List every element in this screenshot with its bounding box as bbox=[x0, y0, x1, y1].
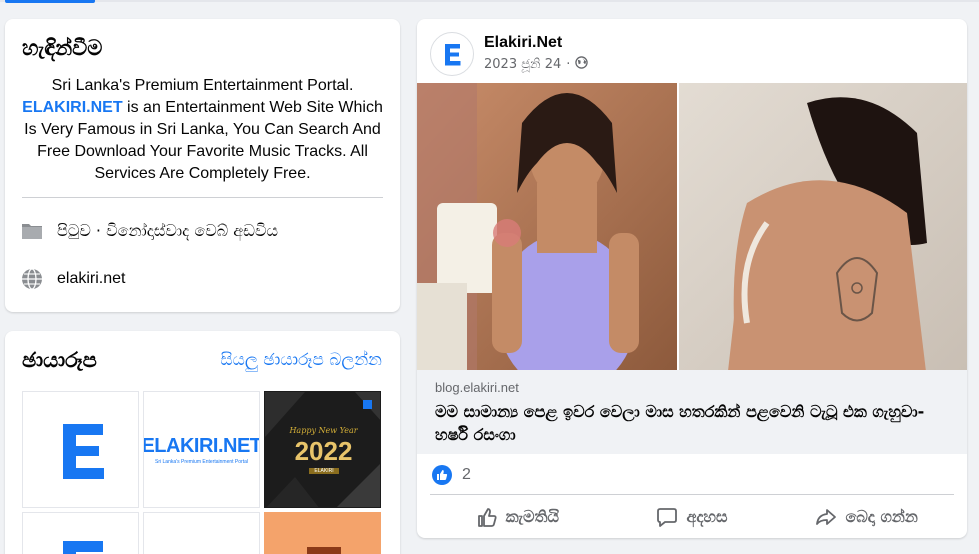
flag-icon bbox=[21, 220, 43, 242]
post-header: Elakiri.Net 2023 ජූනි 24 · bbox=[430, 32, 589, 76]
photo-tile-new-year[interactable]: Happy New Year 2022 ELAKIRI bbox=[264, 391, 381, 508]
share-button[interactable]: බෙදා ගන්න bbox=[779, 499, 954, 535]
globe-icon bbox=[575, 56, 589, 73]
intro-divider bbox=[22, 197, 383, 198]
post-date[interactable]: 2023 ජූනි 24 bbox=[484, 57, 561, 72]
photo-tile-logo[interactable] bbox=[22, 391, 139, 508]
thumbs-up-icon bbox=[477, 508, 497, 527]
action-divider bbox=[430, 494, 954, 495]
globe-icon bbox=[21, 268, 43, 290]
new-year-brand: ELAKIRI bbox=[309, 468, 339, 474]
link-preview[interactable]: blog.elakiri.net මම සාමාන්‍ය පෙළ ඉවර වෙල… bbox=[417, 370, 967, 454]
wordmark-subtext: Sri Lanka's Premium Entertainment Portal bbox=[155, 458, 248, 465]
photo-tile-blank[interactable] bbox=[143, 512, 260, 554]
website-row[interactable]: elakiri.net bbox=[21, 268, 125, 290]
page-category-row: පිටුව · විනෝදාස්වාද වෙබ් අඩවිය bbox=[21, 220, 278, 242]
photos-card: ඡායාරූප සියලු ඡායාරූප බලන්න ELAKIRI.NET … bbox=[5, 331, 400, 554]
like-count[interactable]: 2 bbox=[462, 466, 471, 484]
comment-button[interactable]: අදහස bbox=[605, 499, 780, 535]
page-avatar[interactable] bbox=[430, 32, 474, 76]
elakiri-e-logo-icon bbox=[63, 541, 103, 554]
bio-text: Sri Lanka's Premium Entertainment Portal… bbox=[22, 75, 383, 185]
post-meta: Elakiri.Net 2023 ජූනි 24 · bbox=[484, 34, 589, 76]
photos-title: ඡායාරූප bbox=[22, 348, 97, 372]
share-icon bbox=[816, 509, 837, 525]
like-button[interactable]: කැමතියි bbox=[430, 499, 605, 535]
photo-tile-wordmark[interactable]: ELAKIRI.NET Sri Lanka's Premium Entertai… bbox=[143, 391, 260, 508]
post-card: Elakiri.Net 2023 ජූනි 24 · blog.elakiri.… bbox=[417, 19, 967, 538]
like-reaction-icon bbox=[432, 465, 452, 485]
intro-title: හැඳින්වීම bbox=[22, 36, 103, 60]
active-tab-indicator bbox=[5, 0, 95, 3]
photo-tile-logo-2[interactable] bbox=[22, 512, 139, 554]
comment-icon bbox=[657, 508, 678, 527]
date-separator: · bbox=[566, 57, 571, 72]
elakiri-e-logo-icon bbox=[63, 424, 104, 479]
new-year-text: Happy New Year bbox=[289, 426, 358, 435]
photo-grid: ELAKIRI.NET Sri Lanka's Premium Entertai… bbox=[22, 391, 383, 554]
post-actions: කැමතියි අදහස බෙදා ගන්න bbox=[430, 499, 954, 535]
comment-button-label: අදහස bbox=[686, 507, 728, 526]
page-category-text: පිටුව · විනෝදාස්වාද වෙබ් අඩවිය bbox=[57, 221, 278, 240]
new-year-number: 2022 bbox=[294, 436, 353, 466]
bio-line1: Sri Lanka's Premium Entertainment Portal… bbox=[51, 77, 354, 94]
page-name[interactable]: Elakiri.Net bbox=[484, 34, 588, 52]
website-link[interactable]: elakiri.net bbox=[57, 270, 125, 288]
share-button-label: බෙදා ගන්න bbox=[845, 507, 918, 526]
elakiri-e-logo-icon bbox=[445, 44, 461, 66]
link-title[interactable]: මම සාමාන්‍ය පෙළ ඉවර වෙලා මාස හතරකින් පළව… bbox=[435, 400, 945, 446]
tab-strip bbox=[0, 0, 979, 3]
orange-tile-mark bbox=[307, 547, 341, 554]
link-domain: blog.elakiri.net bbox=[435, 380, 519, 395]
like-button-label: කැමතියි bbox=[505, 507, 560, 526]
post-image[interactable] bbox=[417, 83, 967, 370]
bio-brand: ELAKIRI.NET bbox=[22, 99, 123, 116]
intro-card: හැඳින්වීම Sri Lanka's Premium Entertainm… bbox=[5, 19, 400, 312]
reactions-summary[interactable]: 2 bbox=[432, 465, 471, 485]
post-date-row: 2023 ජූනි 24 · bbox=[484, 56, 589, 73]
post-photo-collage-icon bbox=[417, 83, 967, 370]
see-all-photos-link[interactable]: සියලු ඡායාරූප බලන්න bbox=[220, 350, 382, 370]
photo-tile-orange[interactable] bbox=[264, 512, 381, 554]
wordmark-text: ELAKIRI.NET bbox=[143, 434, 260, 457]
